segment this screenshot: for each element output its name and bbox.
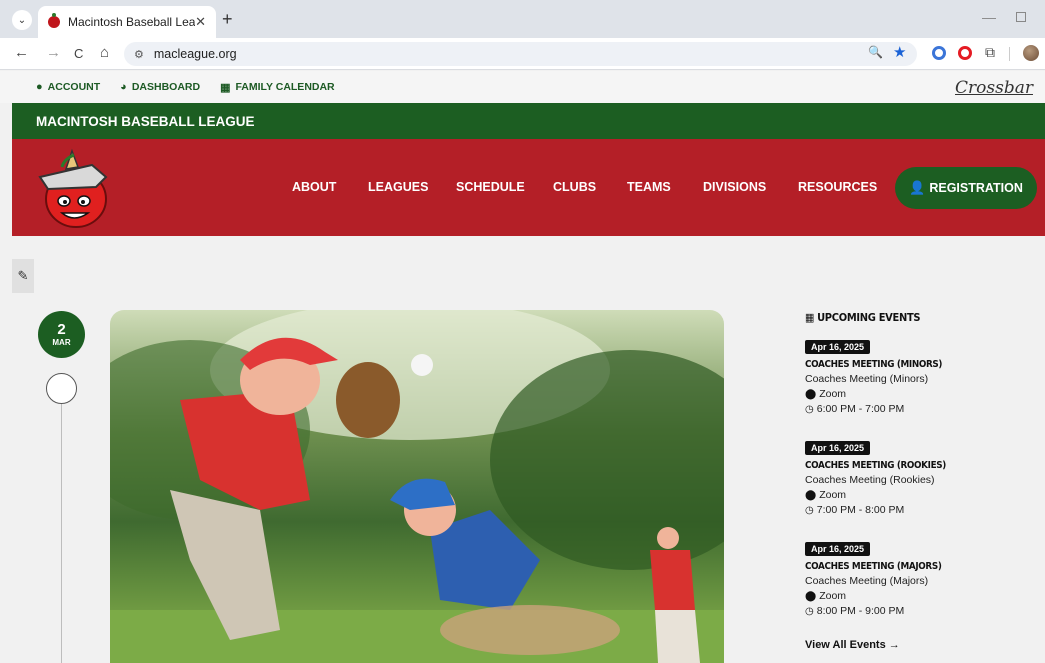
event-time-text: 7:00 PM - 8:00 PM xyxy=(816,504,905,516)
event-date-badge: Apr 16, 2025 xyxy=(805,441,871,455)
calendar-icon: ▦ xyxy=(805,311,815,324)
hero-baseball-image[interactable] xyxy=(110,310,724,663)
dashboard-icon: ◕ xyxy=(120,81,127,93)
url-text: macleague.org xyxy=(153,47,237,61)
event-date-badge: Apr 16, 2025 xyxy=(805,542,871,556)
nav-resources[interactable]: RESOURCES xyxy=(798,180,877,194)
home-icon[interactable]: ⌂ xyxy=(100,44,109,61)
event-location-text: Zoom xyxy=(819,489,847,501)
account-link[interactable]: ● ACCOUNT xyxy=(36,81,100,93)
event-date-badge: Apr 16, 2025 xyxy=(805,340,871,354)
main-nav: ABOUT LEAGUES SCHEDULE CLUBS TEAMS DIVIS… xyxy=(12,139,1045,236)
event-time-text: 6:00 PM - 7:00 PM xyxy=(816,403,905,415)
maximize-icon[interactable] xyxy=(1016,12,1026,22)
site-info-icon[interactable]: ⚙ xyxy=(134,48,144,61)
crossbar-logo[interactable]: Crossbar xyxy=(955,78,1033,98)
minimize-icon[interactable]: — xyxy=(982,9,996,25)
family-calendar-label: FAMILY CALENDAR xyxy=(235,81,335,93)
map-pin-icon: ⬤ xyxy=(805,388,817,400)
event-title[interactable]: COACHES MEETING (ROOKIES) xyxy=(805,460,1007,471)
timeline-date: 2 MAR xyxy=(38,311,85,358)
event-location: ⬤ Zoom xyxy=(805,388,1035,400)
event-subtitle: Coaches Meeting (Minors) xyxy=(805,373,929,385)
browser-tab[interactable]: Macintosh Baseball League ✕ xyxy=(38,6,216,38)
utility-bar: ● ACCOUNT ◕ DASHBOARD ▦ FAMILY CALENDAR xyxy=(0,71,1045,103)
profile-avatar[interactable] xyxy=(1023,45,1039,61)
event-location-text: Zoom xyxy=(819,590,847,602)
event-time: ◷ 8:00 PM - 9:00 PM xyxy=(805,605,1035,617)
event-location: ⬤ Zoom xyxy=(805,590,1035,602)
event-location: ⬤ Zoom xyxy=(805,489,1035,501)
url-input[interactable]: ⚙ macleague.org xyxy=(124,42,917,66)
bookmark-star-icon[interactable]: ★ xyxy=(893,43,906,61)
close-tab-icon[interactable]: ✕ xyxy=(195,14,206,30)
clock-icon: ◷ xyxy=(805,403,814,415)
nav-about[interactable]: ABOUT xyxy=(292,180,336,194)
event-item[interactable]: Apr 16, 2025 COACHES MEETING (MINORS) Co… xyxy=(805,337,1035,415)
event-time: ◷ 6:00 PM - 7:00 PM xyxy=(805,403,1035,415)
nav-leagues[interactable]: LEAGUES xyxy=(368,180,428,194)
password-extension-icon[interactable] xyxy=(932,46,946,60)
event-item[interactable]: Apr 16, 2025 COACHES MEETING (MAJORS) Co… xyxy=(805,539,1035,617)
map-pin-icon: ⬤ xyxy=(805,590,817,602)
family-calendar-link[interactable]: ▦ FAMILY CALENDAR xyxy=(220,81,335,94)
apple-favicon-icon xyxy=(48,13,60,28)
forward-icon[interactable]: → xyxy=(46,44,61,61)
upcoming-events-title: ▦ UPCOMING EVENTS xyxy=(805,311,1035,324)
league-name[interactable]: MACINTOSH BASEBALL LEAGUE xyxy=(36,114,255,129)
dashboard-link[interactable]: ◕ DASHBOARD xyxy=(120,81,200,93)
event-item[interactable]: Apr 16, 2025 COACHES MEETING (ROOKIES) C… xyxy=(805,438,1035,516)
map-pin-icon: ⬤ xyxy=(805,489,817,501)
extensions-puzzle-icon[interactable]: ⧉ xyxy=(985,44,995,61)
registration-button[interactable]: 👤 REGISTRATION xyxy=(895,167,1037,209)
tab-search-icon[interactable]: ⌄ xyxy=(12,10,32,30)
clock-icon: ◷ xyxy=(805,504,814,516)
nav-schedule[interactable]: SCHEDULE xyxy=(456,180,525,194)
back-icon[interactable]: ← xyxy=(14,44,29,61)
toolbar-divider xyxy=(1009,47,1010,61)
event-location-text: Zoom xyxy=(819,388,847,400)
edit-icon[interactable]: ✎ xyxy=(12,259,34,293)
clock-icon: ◷ xyxy=(805,605,814,617)
tab-title: Macintosh Baseball League xyxy=(68,15,196,29)
event-time-text: 8:00 PM - 9:00 PM xyxy=(816,605,905,617)
timeline-line xyxy=(61,380,62,663)
upcoming-events-label: UPCOMING EVENTS xyxy=(817,311,921,324)
new-tab-button[interactable]: + xyxy=(222,9,233,30)
opera-extension-icon[interactable] xyxy=(958,46,972,60)
registration-label: REGISTRATION xyxy=(929,181,1023,195)
timeline-month: MAR xyxy=(52,338,71,347)
nav-divisions[interactable]: DIVISIONS xyxy=(703,180,766,194)
event-time: ◷ 7:00 PM - 8:00 PM xyxy=(805,504,1035,516)
calendar-icon: ▦ xyxy=(220,81,231,94)
timeline-day: 2 xyxy=(57,321,66,338)
upcoming-events: ▦ UPCOMING EVENTS Apr 16, 2025 COACHES M… xyxy=(805,311,1035,617)
nav-teams[interactable]: TEAMS xyxy=(627,180,671,194)
event-subtitle: Coaches Meeting (Rookies) xyxy=(805,474,935,486)
timeline-marker xyxy=(46,373,77,404)
zoom-icon[interactable]: 🔍 xyxy=(868,45,883,59)
event-title[interactable]: COACHES MEETING (MINORS) xyxy=(805,359,1007,370)
browser-tab-bar: ⌄ Macintosh Baseball League ✕ + — xyxy=(0,0,1045,38)
account-label: ACCOUNT xyxy=(47,81,101,93)
nav-clubs[interactable]: CLUBS xyxy=(553,180,596,194)
league-name-bar: MACINTOSH BASEBALL LEAGUE xyxy=(12,103,1045,139)
address-bar: ← → C ⌂ ⚙ macleague.org 🔍 ★ ⧉ xyxy=(0,38,1045,70)
account-icon: ● xyxy=(36,81,43,93)
event-subtitle: Coaches Meeting (Majors) xyxy=(805,575,929,587)
dashboard-label: DASHBOARD xyxy=(131,81,201,93)
view-all-events-link[interactable]: View All Events → xyxy=(805,639,900,651)
reload-icon[interactable]: C xyxy=(74,46,83,61)
add-user-icon: 👤 xyxy=(909,180,926,195)
event-title[interactable]: COACHES MEETING (MAJORS) xyxy=(805,561,1007,572)
